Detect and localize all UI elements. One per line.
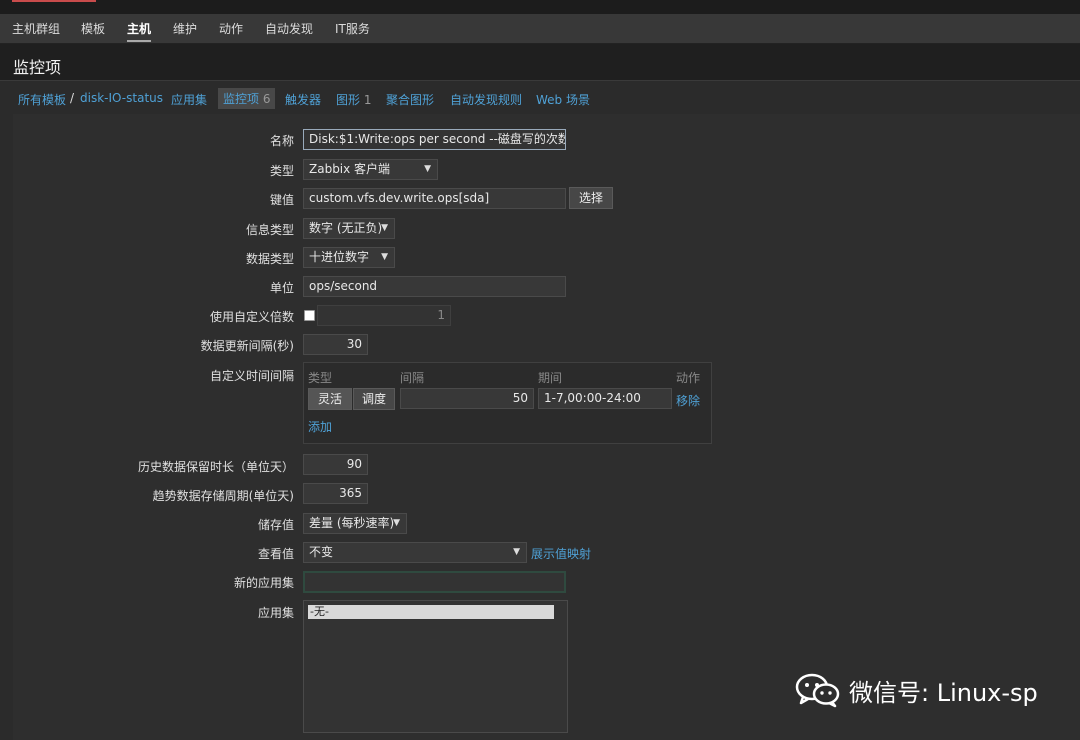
history-label: 历史数据保留时长（单位天） (137, 460, 294, 474)
nav-hosts[interactable]: 主机 (127, 20, 152, 42)
tab-web-scenarios[interactable]: Web 场景 (536, 91, 590, 108)
col-action-header: 动作 (676, 371, 701, 385)
main-nav: 主机群组 模板 主机 维护 动作 自动发现 IT服务 (0, 14, 1080, 44)
tab-items[interactable]: 监控项 6 (218, 88, 276, 109)
type-select-value: Zabbix 客户端 (309, 162, 391, 176)
nav-discovery[interactable]: 自动发现 (265, 20, 313, 37)
application-option[interactable]: -无- (308, 605, 554, 619)
applications-listbox[interactable]: -无- (303, 600, 568, 733)
custom-intervals-table: 类型 间隔 期间 动作 灵活 调度 50 1-7,00:00-24:00 移除 … (303, 362, 712, 444)
store-value-label: 储存值 (257, 518, 294, 532)
scheduling-button[interactable]: 调度 (353, 388, 395, 410)
name-input[interactable]: Disk:$1:Write:ops per second --磁盘写的次数 (303, 129, 566, 150)
watermark-text: 微信号: Linux-sp (849, 678, 1038, 707)
page-title: 监控项 (13, 58, 62, 77)
dropdown-arrow-icon: ▼ (424, 164, 431, 174)
multiplier-checkbox[interactable] (304, 310, 315, 321)
dropdown-arrow-icon: ▼ (381, 223, 388, 233)
flexible-button[interactable]: 灵活 (308, 388, 352, 410)
tab-discovery-rules[interactable]: 自动发现规则 (450, 91, 522, 108)
key-input[interactable]: custom.vfs.dev.write.ops[sda] (303, 188, 566, 209)
new-application-label: 新的应用集 (233, 576, 294, 590)
info-type-value: 数字 (无正负) (309, 221, 383, 235)
tab-applications[interactable]: 应用集 (171, 91, 207, 108)
tab-graphs-label: 图形 (336, 93, 361, 107)
units-input[interactable]: ops/second (303, 276, 566, 297)
trends-input[interactable]: 365 (303, 483, 368, 504)
new-application-input[interactable] (303, 571, 566, 593)
brand-bar (12, 0, 96, 2)
type-label: 类型 (269, 164, 294, 178)
units-label: 单位 (269, 281, 294, 295)
flex-period-input[interactable]: 1-7,00:00-24:00 (538, 388, 672, 409)
nav-actions[interactable]: 动作 (219, 20, 243, 37)
top-strip (0, 0, 1080, 14)
tab-triggers[interactable]: 触发器 (285, 91, 321, 108)
remove-link[interactable]: 移除 (676, 392, 700, 409)
value-mapping-link[interactable]: 展示值映射 (531, 545, 591, 562)
dropdown-arrow-icon: ▼ (513, 547, 520, 557)
info-type-label: 信息类型 (245, 223, 294, 237)
template-link[interactable]: disk-IO-status (80, 91, 163, 105)
data-type-select[interactable]: 十进位数字 ▼ (303, 247, 395, 268)
interval-label: 数据更新间隔(秒) (200, 339, 294, 353)
breadcrumb-tabs: 所有模板 / disk-IO-status 应用集 监控项 6 触发器 图形 1… (0, 81, 1080, 114)
store-value-select[interactable]: 差量 (每秒速率) ▼ (303, 513, 407, 534)
col-type-header: 类型 (308, 371, 333, 385)
wechat-icon (795, 673, 840, 708)
custom-intervals-label: 自定义时间间隔 (209, 369, 294, 383)
tab-items-label: 监控项 (223, 92, 260, 106)
col-interval-header: 间隔 (400, 371, 425, 385)
tab-items-count: 6 (262, 92, 271, 106)
nav-it-services[interactable]: IT服务 (335, 20, 370, 37)
tab-graphs-count: 1 (363, 93, 372, 107)
add-interval-link[interactable]: 添加 (308, 418, 332, 435)
key-label: 键值 (269, 193, 294, 207)
col-period-header: 期间 (538, 371, 563, 385)
show-value-select[interactable]: 不变 ▼ (303, 542, 527, 563)
multiplier-label: 使用自定义倍数 (209, 310, 294, 324)
dropdown-arrow-icon: ▼ (393, 518, 400, 528)
nav-templates[interactable]: 模板 (81, 20, 105, 37)
title-bar: 监控项 (0, 44, 1080, 81)
item-form: 名称 Disk:$1:Write:ops per second --磁盘写的次数… (13, 114, 1080, 740)
tab-screens[interactable]: 聚合图形 (386, 91, 434, 108)
trends-label: 趋势数据存储周期(单位天) (152, 489, 294, 503)
type-select[interactable]: Zabbix 客户端 ▼ (303, 159, 438, 180)
show-value-value: 不变 (309, 545, 334, 559)
data-type-value: 十进位数字 (309, 250, 370, 264)
nav-host-groups[interactable]: 主机群组 (12, 20, 60, 37)
store-value-value: 差量 (每秒速率) (309, 516, 395, 530)
interval-input[interactable]: 30 (303, 334, 368, 355)
breadcrumb-separator: / (70, 91, 75, 105)
tab-graphs[interactable]: 图形 1 (336, 91, 371, 108)
all-templates-link[interactable]: 所有模板 (18, 91, 66, 108)
multiplier-input[interactable]: 1 (317, 305, 451, 326)
wechat-watermark: 微信号: Linux-sp (795, 670, 1038, 710)
applications-label: 应用集 (257, 606, 294, 620)
data-type-label: 数据类型 (245, 252, 294, 266)
info-type-select[interactable]: 数字 (无正负) ▼ (303, 218, 395, 239)
name-label: 名称 (269, 134, 294, 148)
history-input[interactable]: 90 (303, 454, 368, 475)
show-value-label: 查看值 (257, 547, 294, 561)
dropdown-arrow-icon: ▼ (381, 252, 388, 262)
nav-maintenance[interactable]: 维护 (173, 20, 197, 37)
flex-interval-input[interactable]: 50 (400, 388, 534, 409)
key-select-button[interactable]: 选择 (569, 187, 613, 209)
